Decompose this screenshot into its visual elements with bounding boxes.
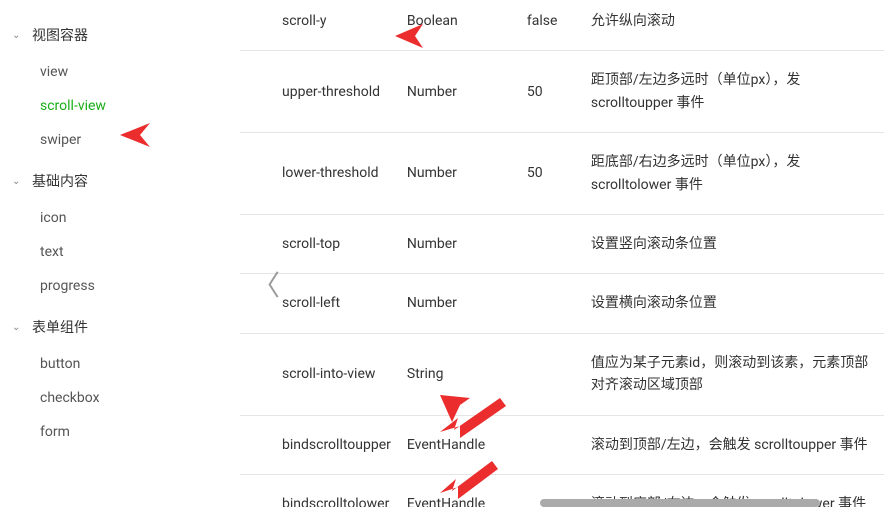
desc-cell: 值应为某子元素id，则滚动到该素，元素顶部对齐滚动区域顶部 (579, 333, 884, 415)
default-cell: 50 (519, 133, 579, 215)
desc-cell: 距底部/右边多远时（单位px），发 scrolltolower 事件 (579, 133, 884, 215)
type-cell: Number (399, 274, 519, 333)
main-content: 〈 scroll-y Boolean false 允许纵向滚动 upper-th… (240, 0, 884, 507)
nav-group-title[interactable]: ⌄ 表单组件 (0, 307, 240, 347)
prop-cell: scroll-into-view (240, 333, 399, 415)
prop-cell: scroll-y (240, 0, 399, 51)
table-row: upper-threshold Number 50 距顶部/左边多远时（单位px… (240, 51, 884, 133)
chevron-down-icon: ⌄ (12, 176, 22, 187)
desc-cell: 距顶部/左边多远时（单位px），发 scrolltoupper 事件 (579, 51, 884, 133)
prop-cell: bindscrolltoupper (240, 415, 399, 474)
table-row: bindscrolltoupper EventHandle 滚动到顶部/左边，会… (240, 415, 884, 474)
default-cell (519, 214, 579, 273)
nav-group-form: ⌄ 表单组件 button checkbox form (0, 307, 240, 449)
desc-cell: 设置横向滚动条位置 (579, 274, 884, 333)
nav-group-basic-content: ⌄ 基础内容 icon text progress (0, 161, 240, 303)
default-cell (519, 274, 579, 333)
default-cell (519, 415, 579, 474)
nav-item-text[interactable]: text (0, 235, 240, 269)
type-cell: Boolean (399, 0, 519, 51)
nav-item-checkbox[interactable]: checkbox (0, 381, 240, 415)
table-row: lower-threshold Number 50 距底部/右边多远时（单位px… (240, 133, 884, 215)
nav-item-view[interactable]: view (0, 55, 240, 89)
desc-cell: 设置竖向滚动条位置 (579, 214, 884, 273)
nav-item-swiper[interactable]: swiper (0, 123, 240, 157)
prop-cell: lower-threshold (240, 133, 399, 215)
table-row: scroll-into-view String 值应为某子元素id，则滚动到该素… (240, 333, 884, 415)
horizontal-scrollbar[interactable] (540, 499, 820, 507)
nav-group-label: 视图容器 (32, 25, 88, 45)
desc-cell: 允许纵向滚动 (579, 0, 884, 51)
chevron-down-icon: ⌄ (12, 322, 22, 333)
nav-group-label: 表单组件 (32, 317, 88, 337)
default-cell: 50 (519, 51, 579, 133)
default-cell: false (519, 0, 579, 51)
chevron-down-icon: ⌄ (12, 30, 22, 41)
type-cell: Number (399, 133, 519, 215)
type-cell: String (399, 333, 519, 415)
nav-item-button[interactable]: button (0, 347, 240, 381)
nav-group-title[interactable]: ⌄ 视图容器 (0, 15, 240, 55)
default-cell (519, 333, 579, 415)
table-row: scroll-left Number 设置横向滚动条位置 (240, 274, 884, 333)
table-row: scroll-top Number 设置竖向滚动条位置 (240, 214, 884, 273)
nav-group-label: 基础内容 (32, 171, 88, 191)
nav-item-scroll-view[interactable]: scroll-view (0, 89, 240, 123)
nav-item-progress[interactable]: progress (0, 269, 240, 303)
nav-group-title[interactable]: ⌄ 基础内容 (0, 161, 240, 201)
nav-group-view-containers: ⌄ 视图容器 view scroll-view swiper (0, 15, 240, 157)
sidebar: ⌄ 视图容器 view scroll-view swiper ⌄ 基础内容 ic… (0, 0, 240, 507)
type-cell: EventHandle (399, 474, 519, 507)
properties-table: scroll-y Boolean false 允许纵向滚动 upper-thre… (240, 0, 884, 507)
nav-item-form[interactable]: form (0, 415, 240, 449)
table-row: scroll-y Boolean false 允许纵向滚动 (240, 0, 884, 51)
type-cell: Number (399, 214, 519, 273)
type-cell: EventHandle (399, 415, 519, 474)
nav-item-icon[interactable]: icon (0, 201, 240, 235)
back-chevron-icon[interactable]: 〈 (252, 264, 280, 304)
type-cell: Number (399, 51, 519, 133)
prop-cell: bindscrolltolower (240, 474, 399, 507)
prop-cell: upper-threshold (240, 51, 399, 133)
desc-cell: 滚动到顶部/左边，会触发 scrolltoupper 事件 (579, 415, 884, 474)
